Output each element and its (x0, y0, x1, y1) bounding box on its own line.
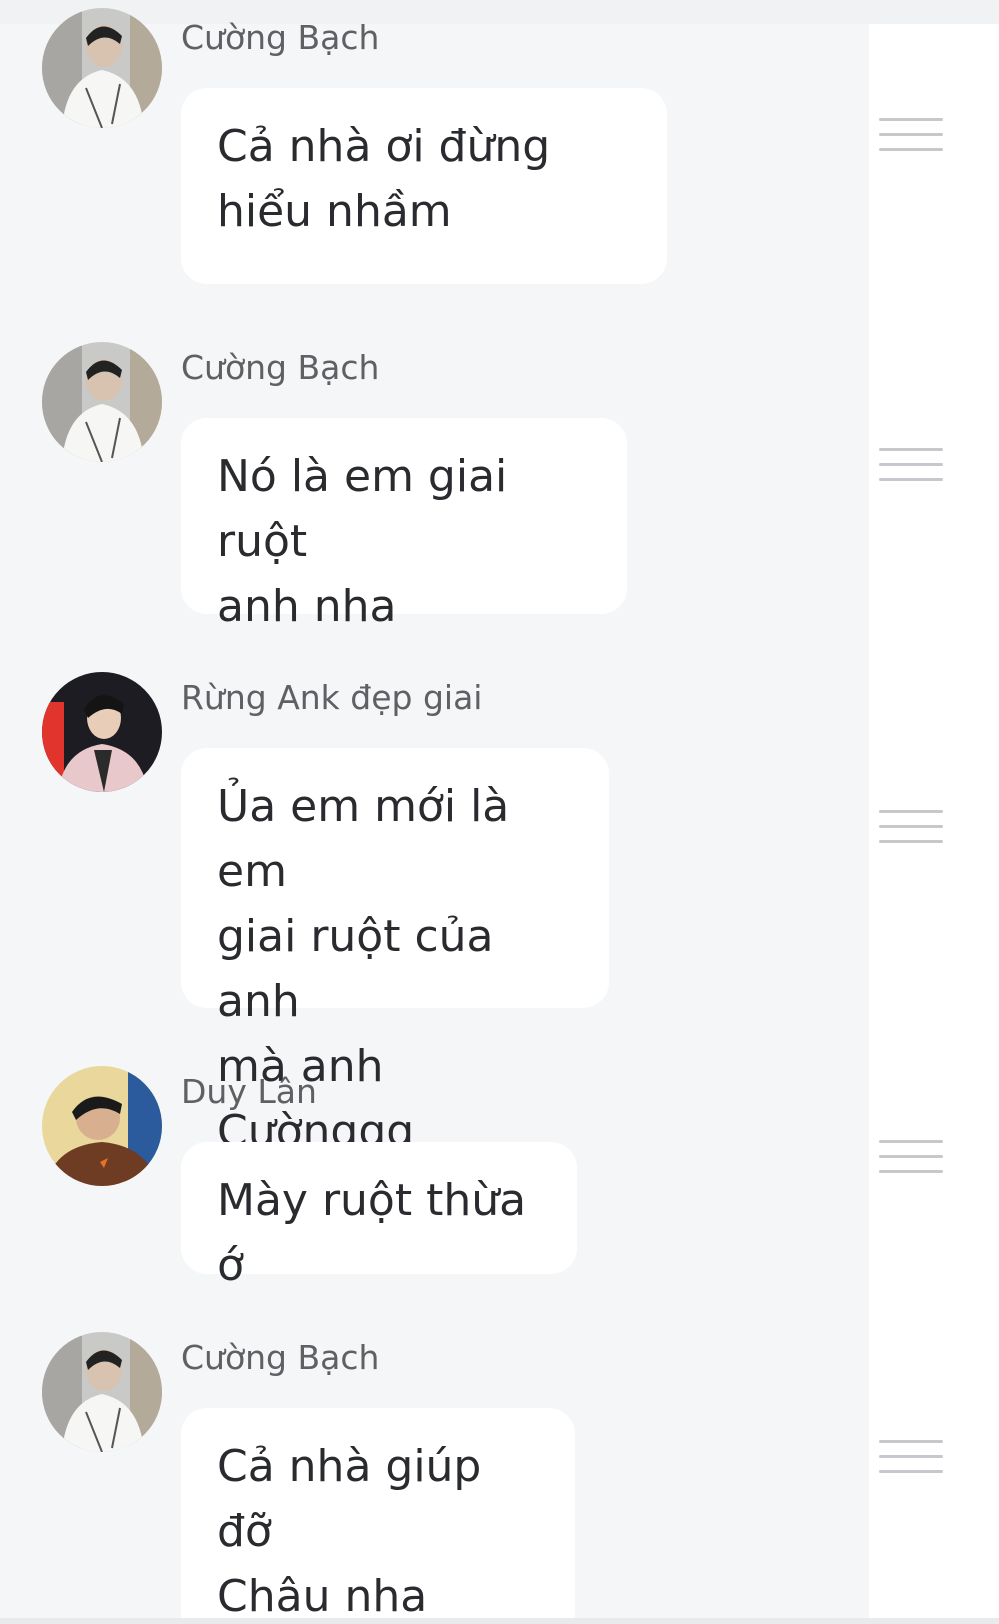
bottom-divider (0, 1618, 999, 1624)
user-avatar-cuong-bach[interactable] (42, 8, 162, 128)
sender-name: Cường Bạch (181, 18, 380, 57)
drag-handle-icon[interactable] (879, 810, 943, 844)
message-bubble[interactable]: Cả nhà giúp đỡ Châu nha (181, 1408, 575, 1622)
user-avatar-rung-ank[interactable] (42, 672, 162, 792)
drag-handle-icon[interactable] (879, 1140, 943, 1174)
sender-name: Rừng Ank đẹp giai (181, 678, 483, 717)
message-bubble[interactable]: Nó là em giai ruột anh nha (181, 418, 627, 632)
drag-handle-icon[interactable] (879, 118, 943, 152)
sender-name: Cường Bạch (181, 1338, 380, 1377)
drag-handle-icon[interactable] (879, 448, 943, 482)
user-avatar-cuong-bach[interactable] (42, 342, 162, 462)
top-strip (0, 0, 999, 24)
avatar-photo (42, 8, 162, 128)
sender-name: Duy Lân (181, 1072, 317, 1111)
avatar-photo (42, 342, 162, 462)
chat-screen: Cường Bạch Cả nhà ơi đừng hiểu nhầm Cườn… (0, 0, 999, 1624)
avatar-photo (42, 672, 162, 792)
message-bubble[interactable]: Cả nhà ơi đừng hiểu nhầm (181, 88, 667, 284)
drag-handle-icon[interactable] (879, 1440, 943, 1474)
message-bubble[interactable]: Mày ruột thừa ớ (181, 1142, 577, 1291)
message-bubble[interactable]: Ủa em mới là em giai ruột của anh mà anh… (181, 748, 609, 1157)
avatar-photo (42, 1332, 162, 1452)
user-avatar-duy-lan[interactable] (42, 1066, 162, 1186)
sender-name: Cường Bạch (181, 348, 380, 387)
user-avatar-cuong-bach[interactable] (42, 1332, 162, 1452)
avatar-photo (42, 1066, 162, 1186)
